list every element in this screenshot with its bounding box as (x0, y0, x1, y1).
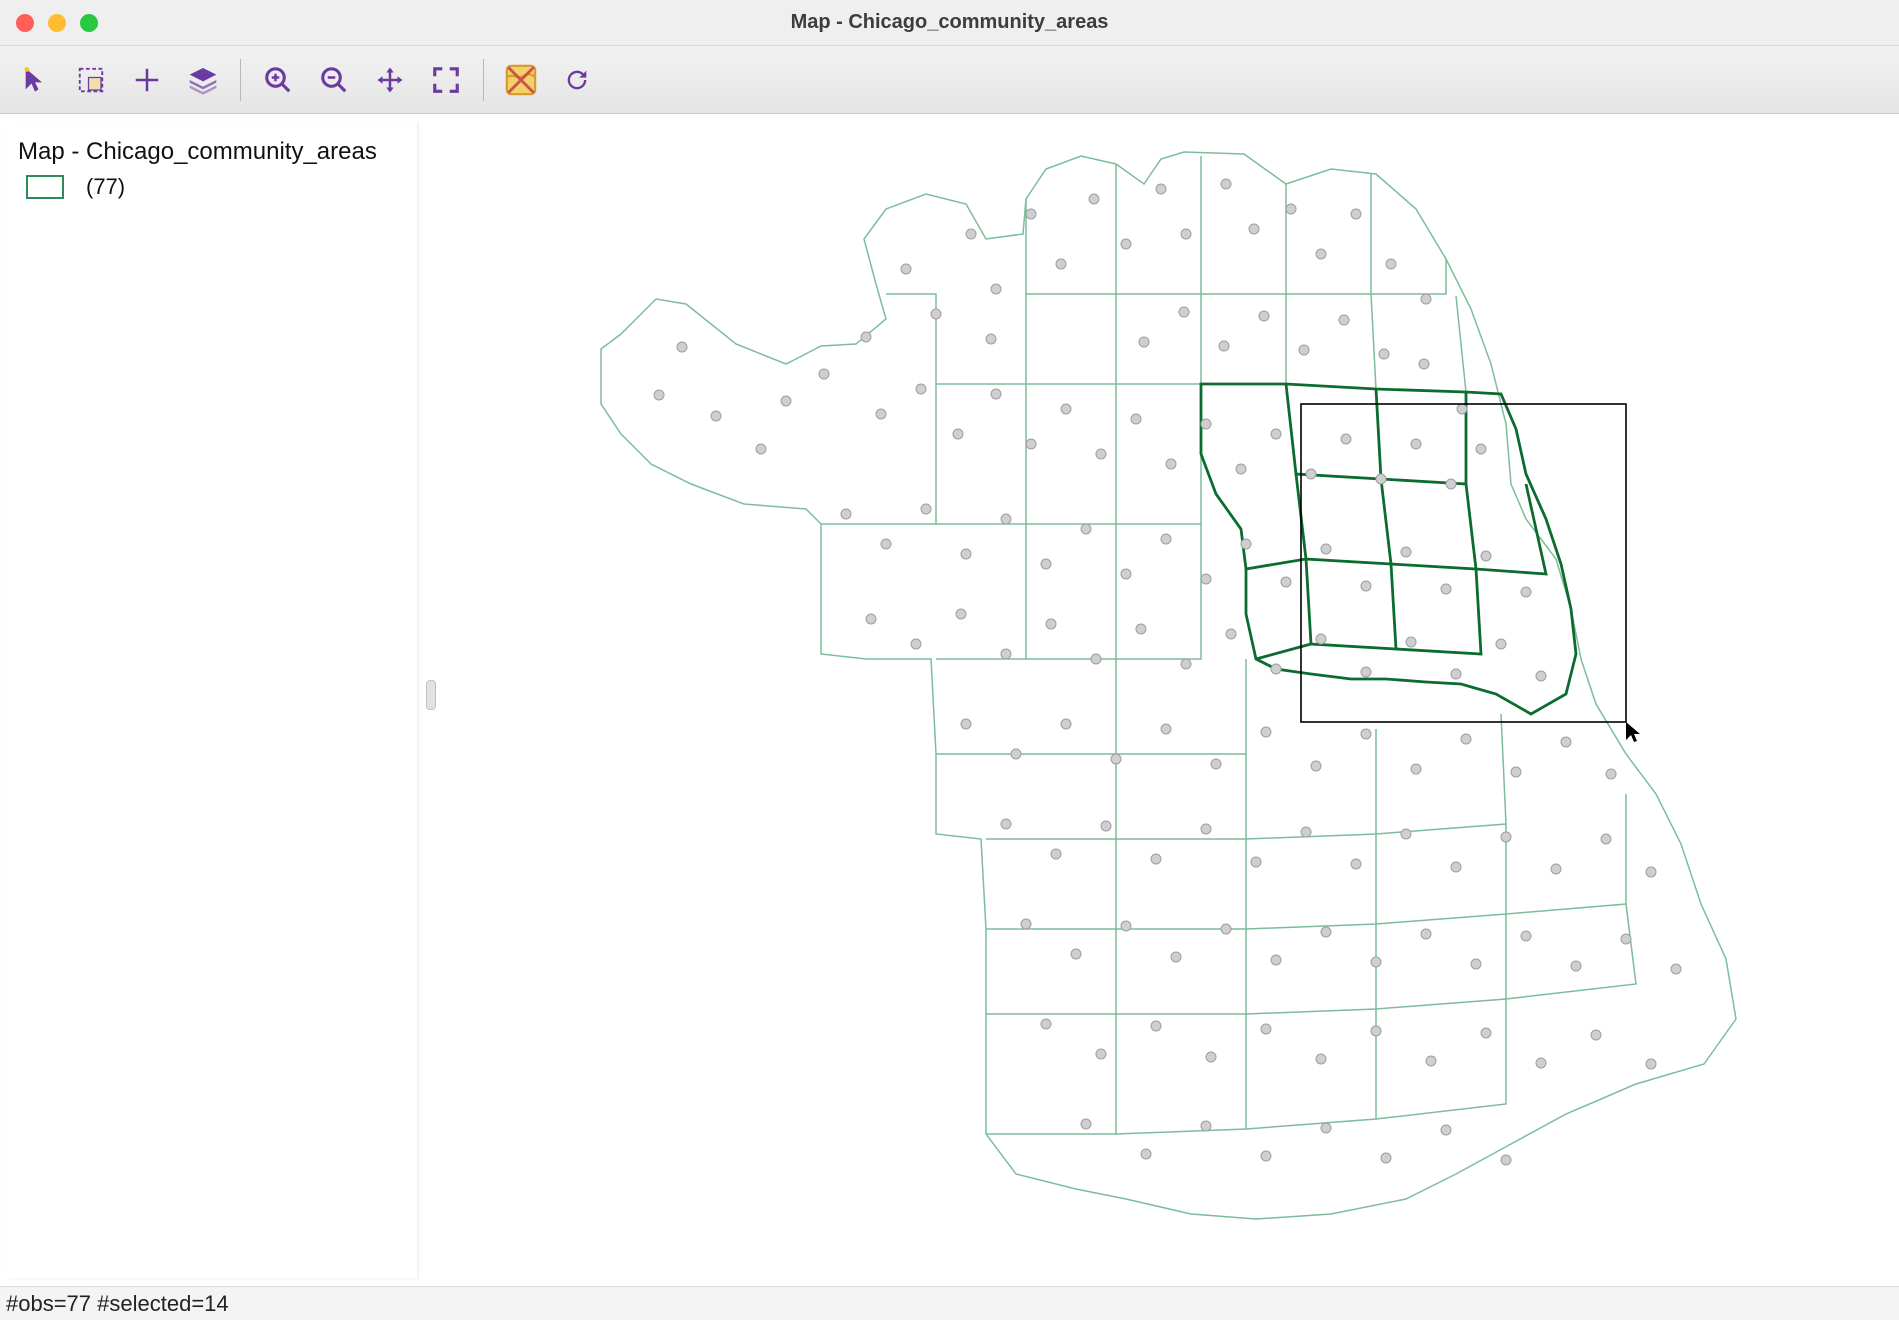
cursor-icon (1626, 722, 1640, 742)
pointer-icon (21, 66, 49, 94)
toolbar (0, 46, 1899, 114)
layers-button[interactable] (176, 53, 230, 107)
points-layer (654, 179, 1681, 1165)
zoom-in-icon (263, 65, 293, 95)
basemap-button[interactable] (494, 53, 548, 107)
legend-count: (77) (86, 174, 125, 200)
maximize-icon[interactable] (80, 14, 98, 32)
window-title: Map - Chicago_community_areas (791, 11, 1109, 34)
zoom-in-button[interactable] (251, 53, 305, 107)
select-rect-tool[interactable] (64, 53, 118, 107)
community-areas-outline (601, 152, 1736, 1219)
toolbar-separator (483, 59, 484, 101)
add-layer-button[interactable] (120, 53, 174, 107)
pan-icon (375, 65, 405, 95)
selected-areas-outline (1201, 384, 1576, 714)
close-icon[interactable] (16, 14, 34, 32)
minimize-icon[interactable] (48, 14, 66, 32)
pointer-tool[interactable] (8, 53, 62, 107)
zoom-out-button[interactable] (307, 53, 361, 107)
status-text: #obs=77 #selected=14 (6, 1291, 229, 1317)
toolbar-separator (240, 59, 241, 101)
zoom-out-icon (319, 65, 349, 95)
legend-panel: Map - Chicago_community_areas (77) (8, 122, 418, 1278)
map-canvas[interactable] (426, 114, 1899, 1286)
plus-icon (132, 65, 162, 95)
full-extent-icon (431, 65, 461, 95)
splitter-handle[interactable] (426, 680, 436, 710)
map-svg (426, 114, 1896, 1284)
status-bar: #obs=77 #selected=14 (0, 1286, 1899, 1320)
refresh-button[interactable] (550, 53, 604, 107)
selection-rectangle (1301, 404, 1626, 722)
titlebar: Map - Chicago_community_areas (0, 0, 1899, 46)
refresh-icon (563, 66, 591, 94)
pan-button[interactable] (363, 53, 417, 107)
legend-item[interactable]: (77) (18, 174, 407, 200)
legend-title: Map - Chicago_community_areas (18, 138, 407, 166)
legend-swatch (26, 175, 64, 199)
select-rect-icon (76, 65, 106, 95)
full-extent-button[interactable] (419, 53, 473, 107)
window-controls (16, 14, 98, 32)
basemap-icon (504, 63, 538, 97)
layers-icon (187, 64, 219, 96)
